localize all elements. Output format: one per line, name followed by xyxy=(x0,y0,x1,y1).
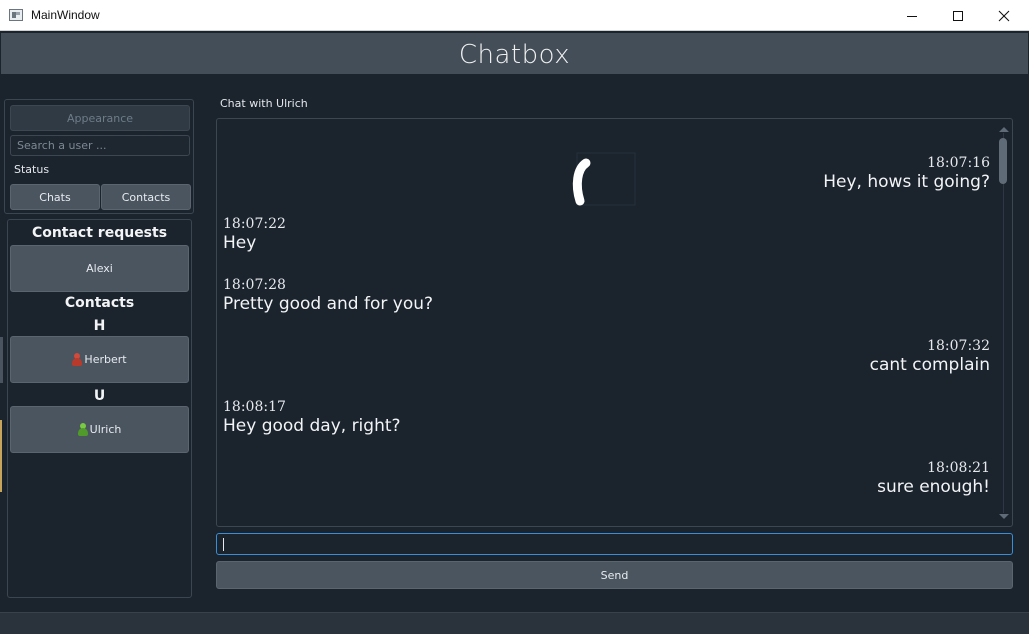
minimize-icon xyxy=(907,15,917,17)
minimize-button[interactable] xyxy=(889,0,935,31)
app-window-icon xyxy=(9,9,23,21)
window-title: MainWindow xyxy=(31,8,100,22)
message-text: Hey xyxy=(223,233,257,253)
contact-name: Ulrich xyxy=(89,423,122,436)
message-item: 18:07:16 Hey, hows it going? xyxy=(823,155,990,192)
message-item: 18:07:22 Hey xyxy=(223,216,286,253)
app-title: Chatbox xyxy=(458,40,571,70)
contact-item-herbert[interactable]: Herbert xyxy=(10,336,189,383)
contact-item-ulrich[interactable]: Ulrich xyxy=(10,406,189,453)
contact-group-letter-u: U xyxy=(93,388,106,404)
loading-spinner-icon xyxy=(572,152,636,206)
message-time: 18:07:32 xyxy=(927,338,990,354)
message-item: 18:08:21 sure enough! xyxy=(877,460,990,497)
contact-requests-heading: Contact requests xyxy=(31,225,168,241)
message-time: 18:07:16 xyxy=(927,155,990,171)
send-button[interactable]: Send xyxy=(216,561,1013,589)
message-text: Hey good day, right? xyxy=(223,416,401,436)
message-time: 18:08:21 xyxy=(927,460,990,476)
message-text: Pretty good and for you? xyxy=(223,294,434,314)
maximize-button[interactable] xyxy=(935,0,981,31)
maximize-icon xyxy=(953,10,963,21)
left-edge-strip xyxy=(0,337,3,383)
chat-header: Chat with Ulrich xyxy=(220,97,308,110)
scroll-up-icon[interactable] xyxy=(999,127,1009,132)
user-search-input[interactable] xyxy=(10,135,190,156)
message-list[interactable]: 18:07:16 Hey, hows it going? 18:07:22 He… xyxy=(216,118,1013,527)
status-label: Status xyxy=(14,163,50,176)
message-time: 18:08:17 xyxy=(223,399,286,415)
contacts-panel: Contact requests Alexi Contacts H Herber… xyxy=(7,219,192,598)
appearance-button[interactable]: Appearance xyxy=(10,105,190,131)
tab-chats[interactable]: Chats xyxy=(10,184,100,210)
left-edge-highlight xyxy=(0,420,2,492)
message-text: cant complain xyxy=(869,355,990,375)
app-banner: Chatbox xyxy=(1,33,1028,74)
message-text: Hey, hows it going? xyxy=(823,172,990,192)
scroll-track-line xyxy=(1003,133,1004,513)
contact-request-name: Alexi xyxy=(86,262,113,275)
window-titlebar: MainWindow xyxy=(0,0,1029,31)
scroll-down-icon[interactable] xyxy=(999,514,1009,519)
contact-name: Herbert xyxy=(84,353,127,366)
close-button[interactable] xyxy=(981,0,1027,31)
tab-contacts[interactable]: Contacts xyxy=(101,184,191,210)
message-item: 18:08:17 Hey good day, right? xyxy=(223,399,401,436)
text-caret xyxy=(223,538,224,551)
message-scrollbar[interactable] xyxy=(998,127,1009,519)
message-item: 18:07:32 cant complain xyxy=(870,338,990,375)
close-icon xyxy=(998,10,1010,21)
message-input[interactable] xyxy=(216,533,1013,555)
status-bar xyxy=(0,612,1029,634)
contact-request-alexi[interactable]: Alexi xyxy=(10,245,189,292)
contacts-heading: Contacts xyxy=(64,295,135,311)
person-online-icon xyxy=(77,423,88,436)
message-item: 18:07:28 Pretty good and for you? xyxy=(223,277,433,314)
message-text: sure enough! xyxy=(877,477,990,497)
person-offline-icon xyxy=(72,353,83,366)
contact-group-letter-h: H xyxy=(93,318,106,334)
message-time: 18:07:22 xyxy=(223,216,286,232)
sidebar-controls-panel: Appearance Status Chats Contacts xyxy=(4,99,194,214)
message-time: 18:07:28 xyxy=(223,277,286,293)
scroll-thumb[interactable] xyxy=(999,138,1007,184)
